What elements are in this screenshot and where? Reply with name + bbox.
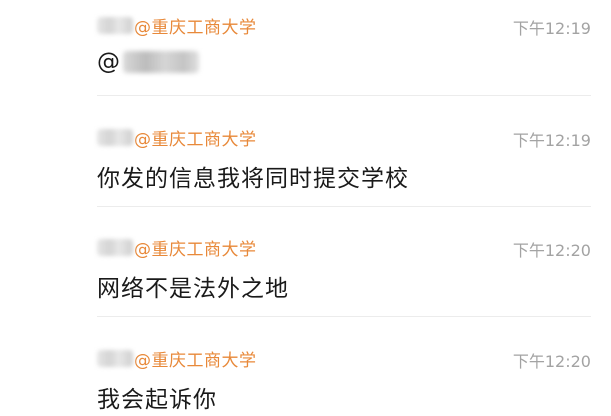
message-text: @	[97, 49, 199, 75]
message-timestamp: 下午12:20	[512, 241, 591, 260]
sender-org[interactable]: @重庆工商大学	[134, 235, 257, 260]
chat-message[interactable]: @重庆工商大学 下午12:19 你发的信息我将同时提交学校	[0, 125, 611, 192]
message-header: @重庆工商大学	[97, 346, 257, 371]
message-header: @重庆工商大学	[97, 235, 257, 260]
chat-message[interactable]: @重庆工商大学 下午12:20 我会起诉你	[0, 346, 611, 413]
sender-org[interactable]: @重庆工商大学	[134, 125, 257, 150]
sender-org[interactable]: @重庆工商大学	[134, 13, 257, 38]
message-text: 我会起诉你	[97, 387, 217, 413]
message-timestamp: 下午12:19	[512, 19, 591, 38]
chat-message[interactable]: @重庆工商大学 下午12:19 @	[0, 13, 611, 75]
message-text: 网络不是法外之地	[97, 276, 289, 302]
divider	[97, 95, 591, 96]
chat-message[interactable]: @重庆工商大学 下午12:20 网络不是法外之地	[0, 235, 611, 302]
blurred-mention-name[interactable]	[123, 51, 199, 73]
message-text: 你发的信息我将同时提交学校	[97, 166, 409, 192]
message-header: @重庆工商大学	[97, 13, 257, 38]
divider	[97, 206, 591, 207]
chat-message-list: @重庆工商大学 下午12:19 @ @重庆工商大学 下午12:19 你发的信息我…	[0, 0, 611, 416]
blurred-sender-name	[97, 16, 133, 34]
message-timestamp: 下午12:20	[512, 352, 591, 371]
sender-org[interactable]: @重庆工商大学	[134, 346, 257, 371]
blurred-sender-name	[97, 349, 133, 367]
message-timestamp: 下午12:19	[512, 131, 591, 150]
blurred-sender-name	[97, 128, 133, 146]
mention-prefix: @	[97, 49, 121, 75]
blurred-sender-name	[97, 238, 133, 256]
divider	[97, 316, 591, 317]
message-header: @重庆工商大学	[97, 125, 257, 150]
